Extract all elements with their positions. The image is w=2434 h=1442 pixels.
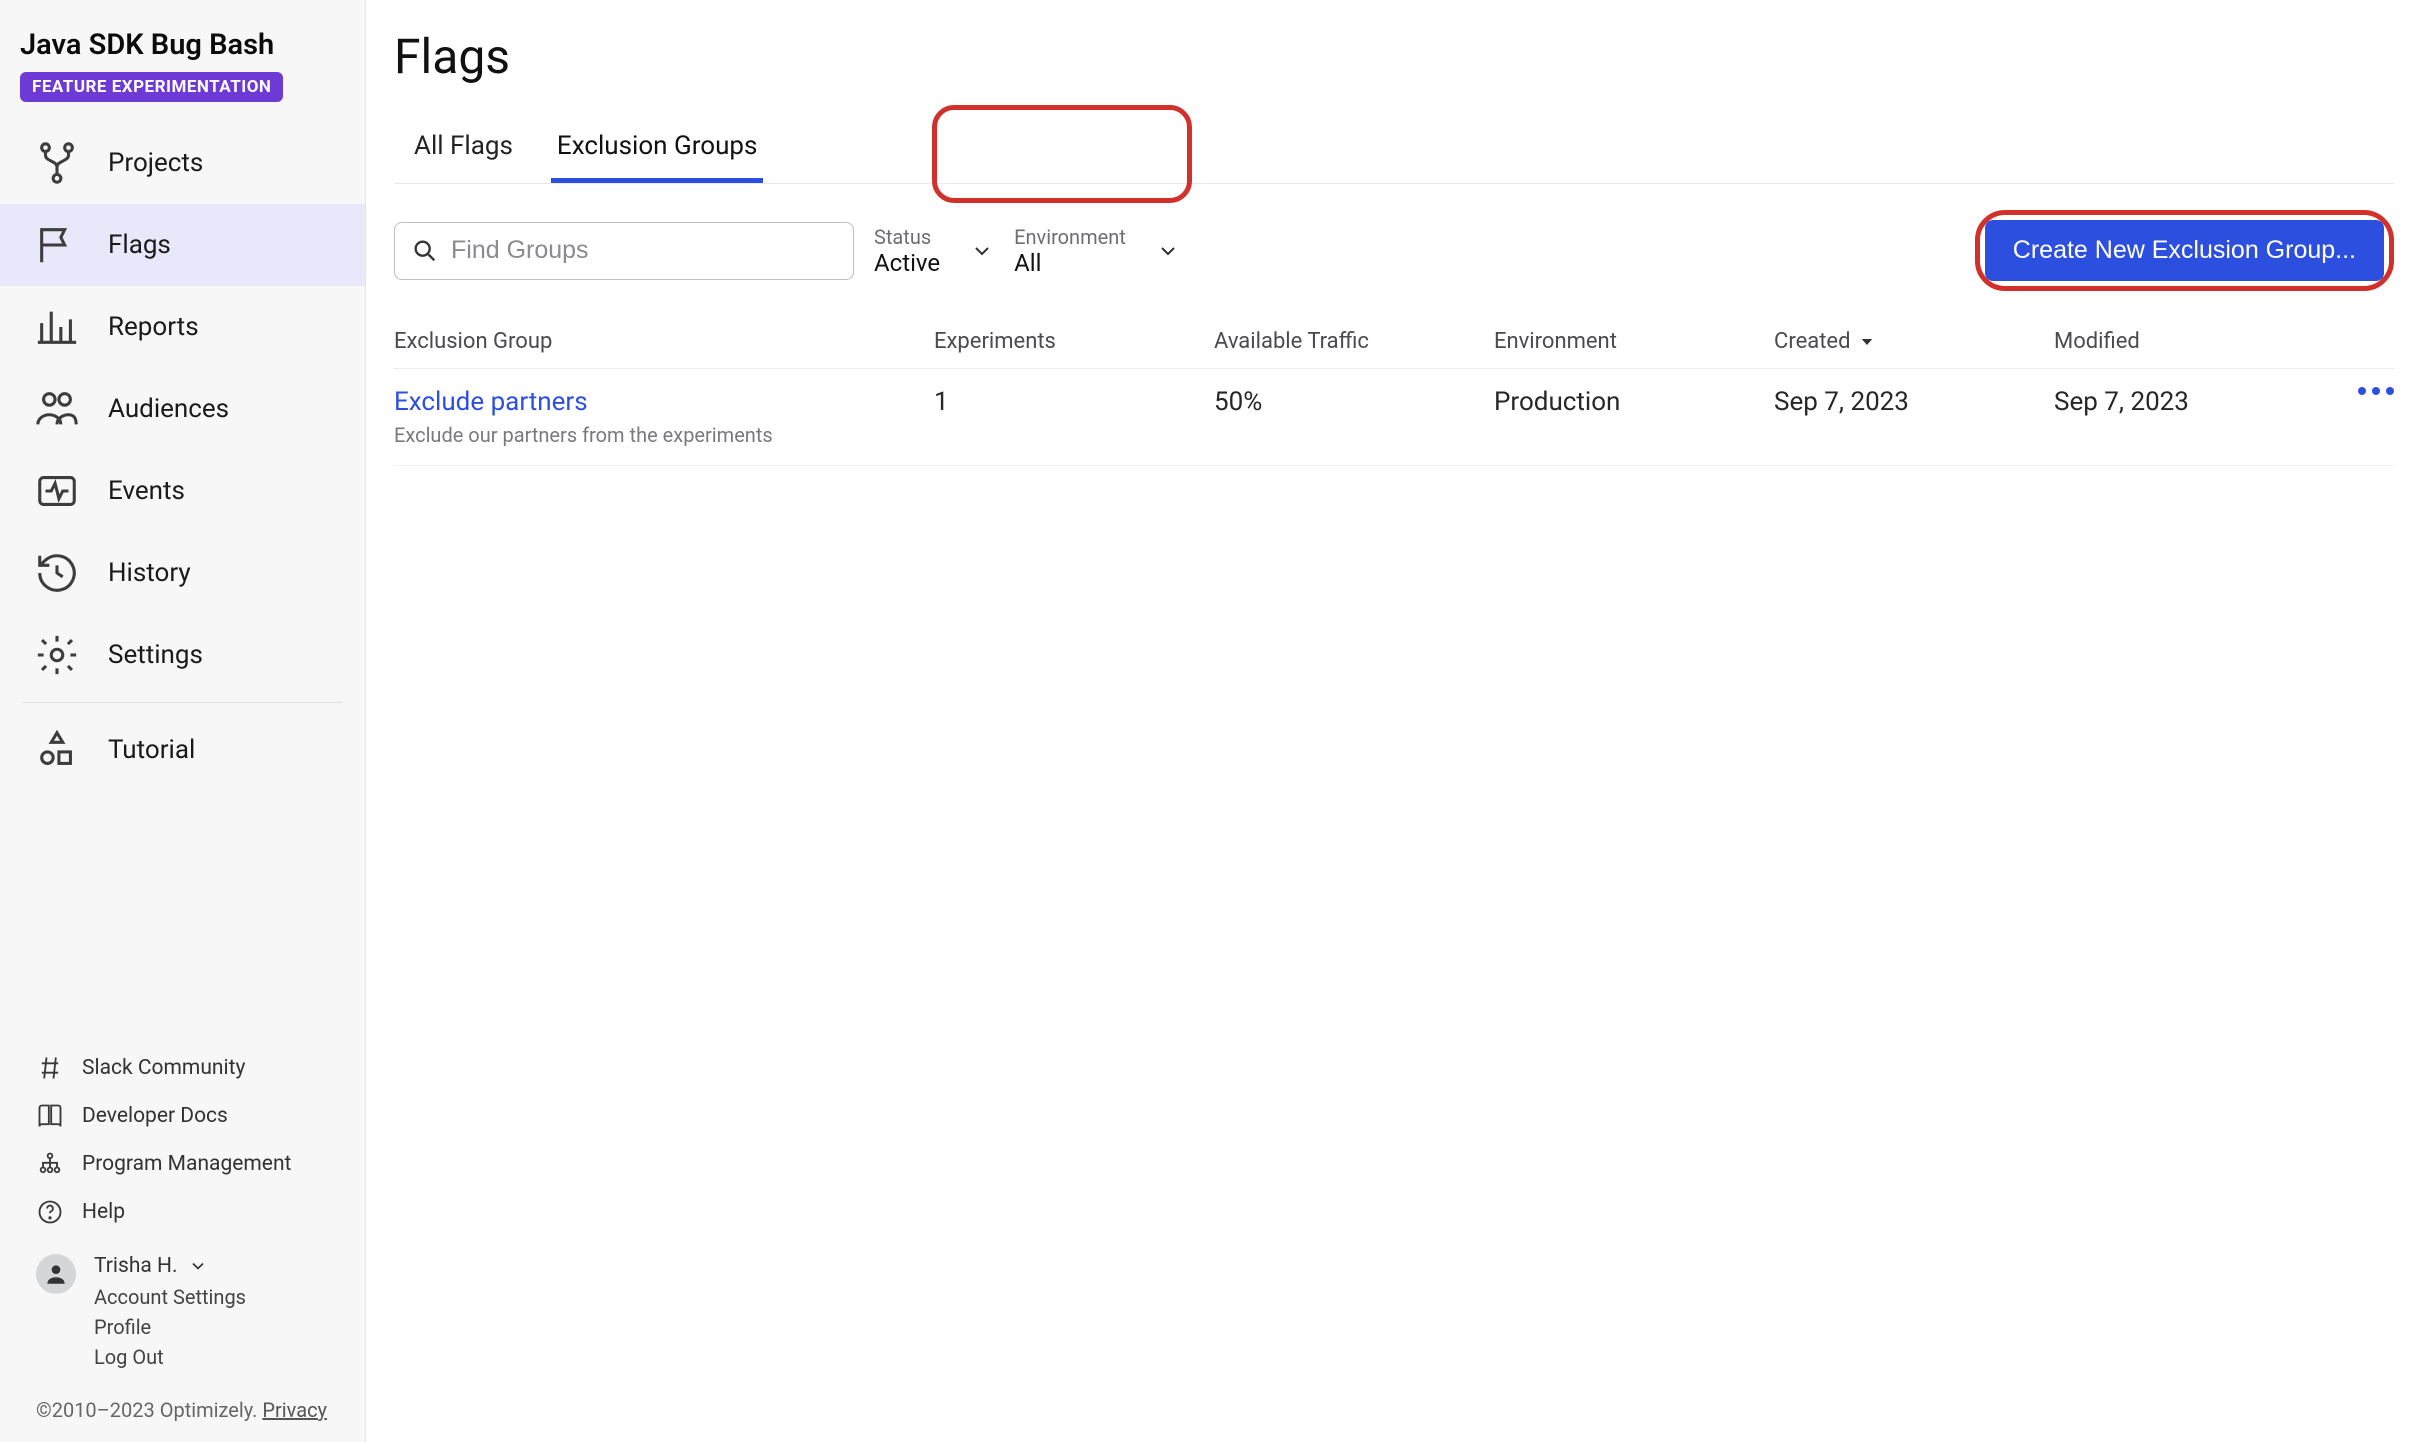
sidebar-item-label: Audiences [108,394,229,424]
sidebar-item-flags[interactable]: Flags [0,204,365,286]
sidebar-item-tutorial[interactable]: Tutorial [0,709,365,791]
app-title: Java SDK Bug Bash [20,28,333,62]
question-icon [36,1198,64,1226]
sidebar-item-label: Settings [108,640,203,670]
hash-icon [36,1054,64,1082]
link-docs[interactable]: Developer Docs [36,1092,329,1140]
sort-desc-icon [1858,333,1876,351]
nav-divider [22,702,343,703]
th-created[interactable]: Created [1774,329,2054,354]
create-button-wrap: Create New Exclusion Group... [1975,210,2394,291]
sidebar-item-projects[interactable]: Projects [0,122,365,204]
row-name-link[interactable]: Exclude partners [394,387,934,417]
row-experiments: 1 [934,387,1214,417]
chevron-down-icon [188,1256,208,1276]
sidebar-item-label: Events [108,476,185,506]
sidebar-item-reports[interactable]: Reports [0,286,365,368]
history-icon [34,550,80,596]
search-icon [411,237,439,265]
link-label: Help [82,1200,125,1224]
search-box[interactable] [394,222,854,280]
book-icon [36,1102,64,1130]
row-modified: Sep 7, 2023 [2054,387,2314,417]
sidebar-item-audiences[interactable]: Audiences [0,368,365,450]
tabs: All Flags Exclusion Groups [394,119,2394,184]
link-program[interactable]: Program Management [36,1140,329,1188]
row-actions-menu[interactable] [2358,387,2394,395]
user-name-toggle[interactable]: Trisha H. [94,1254,246,1278]
th-exclusion-group[interactable]: Exclusion Group [394,329,934,354]
th-modified[interactable]: Modified [2054,329,2314,354]
chevron-down-icon [970,239,994,263]
table-row: Exclude partners Exclude our partners fr… [394,369,2394,466]
user-block: Trisha H. Account Settings Profile Log O… [36,1254,329,1372]
branch-icon [34,140,80,186]
th-experiments[interactable]: Experiments [934,329,1214,354]
user-name: Trisha H. [94,1254,178,1278]
filter-environment[interactable]: Environment All [1014,225,1180,277]
sidebar-item-label: Flags [108,230,171,260]
row-available-traffic: 50% [1214,387,1494,417]
pulse-icon [34,468,80,514]
shapes-icon [34,727,80,773]
sidebar-bottom-links: Slack Community Developer Docs Program M… [36,1044,329,1236]
user-link-profile[interactable]: Profile [94,1312,246,1342]
tab-all-flags[interactable]: All Flags [394,119,533,183]
row-environment: Production [1494,387,1774,417]
link-label: Slack Community [82,1056,245,1080]
product-badge: FEATURE EXPERIMENTATION [20,72,283,102]
privacy-link[interactable]: Privacy [262,1398,327,1422]
search-input[interactable] [451,236,837,265]
filter-label: Environment [1014,225,1126,249]
flag-icon [34,222,80,268]
sidebar: Java SDK Bug Bash FEATURE EXPERIMENTATIO… [0,0,366,1442]
person-icon [43,1261,69,1287]
sidebar-item-label: Tutorial [108,735,195,765]
user-link-logout[interactable]: Log Out [94,1342,246,1372]
th-label: Created [1774,329,1850,354]
sidebar-item-events[interactable]: Events [0,450,365,532]
copyright-text: ©2010–2023 Optimizely. [36,1398,262,1422]
link-label: Developer Docs [82,1104,228,1128]
filter-status[interactable]: Status Active [874,225,994,277]
link-help[interactable]: Help [36,1188,329,1236]
th-environment[interactable]: Environment [1494,329,1774,354]
people-icon [34,386,80,432]
sidebar-item-label: Reports [108,312,199,342]
copyright: ©2010–2023 Optimizely. Privacy [36,1398,329,1422]
org-icon [36,1150,64,1178]
avatar[interactable] [36,1254,76,1294]
row-description: Exclude our partners from the experiment… [394,423,934,447]
link-label: Program Management [82,1152,291,1176]
filter-value: Active [874,249,940,277]
table-header: Exclusion Group Experiments Available Tr… [394,317,2394,369]
create-exclusion-group-button[interactable]: Create New Exclusion Group... [1985,220,2384,281]
user-link-account[interactable]: Account Settings [94,1282,246,1312]
th-available-traffic[interactable]: Available Traffic [1214,329,1494,354]
row-created: Sep 7, 2023 [1774,387,2054,417]
toolbar: Status Active Environment All Create New… [394,184,2394,317]
main: Flags All Flags Exclusion Groups Status … [366,0,2434,1442]
filter-label: Status [874,225,940,249]
chart-icon [34,304,80,350]
sidebar-item-history[interactable]: History [0,532,365,614]
gear-icon [34,632,80,678]
tab-exclusion-groups[interactable]: Exclusion Groups [537,119,778,183]
sidebar-item-label: History [108,558,191,588]
sidebar-item-label: Projects [108,148,203,178]
chevron-down-icon [1156,239,1180,263]
filter-value: All [1014,249,1126,277]
link-slack[interactable]: Slack Community [36,1044,329,1092]
sidebar-nav: Projects Flags Reports Audiences [0,122,365,791]
page-title: Flags [394,0,2394,119]
sidebar-item-settings[interactable]: Settings [0,614,365,696]
